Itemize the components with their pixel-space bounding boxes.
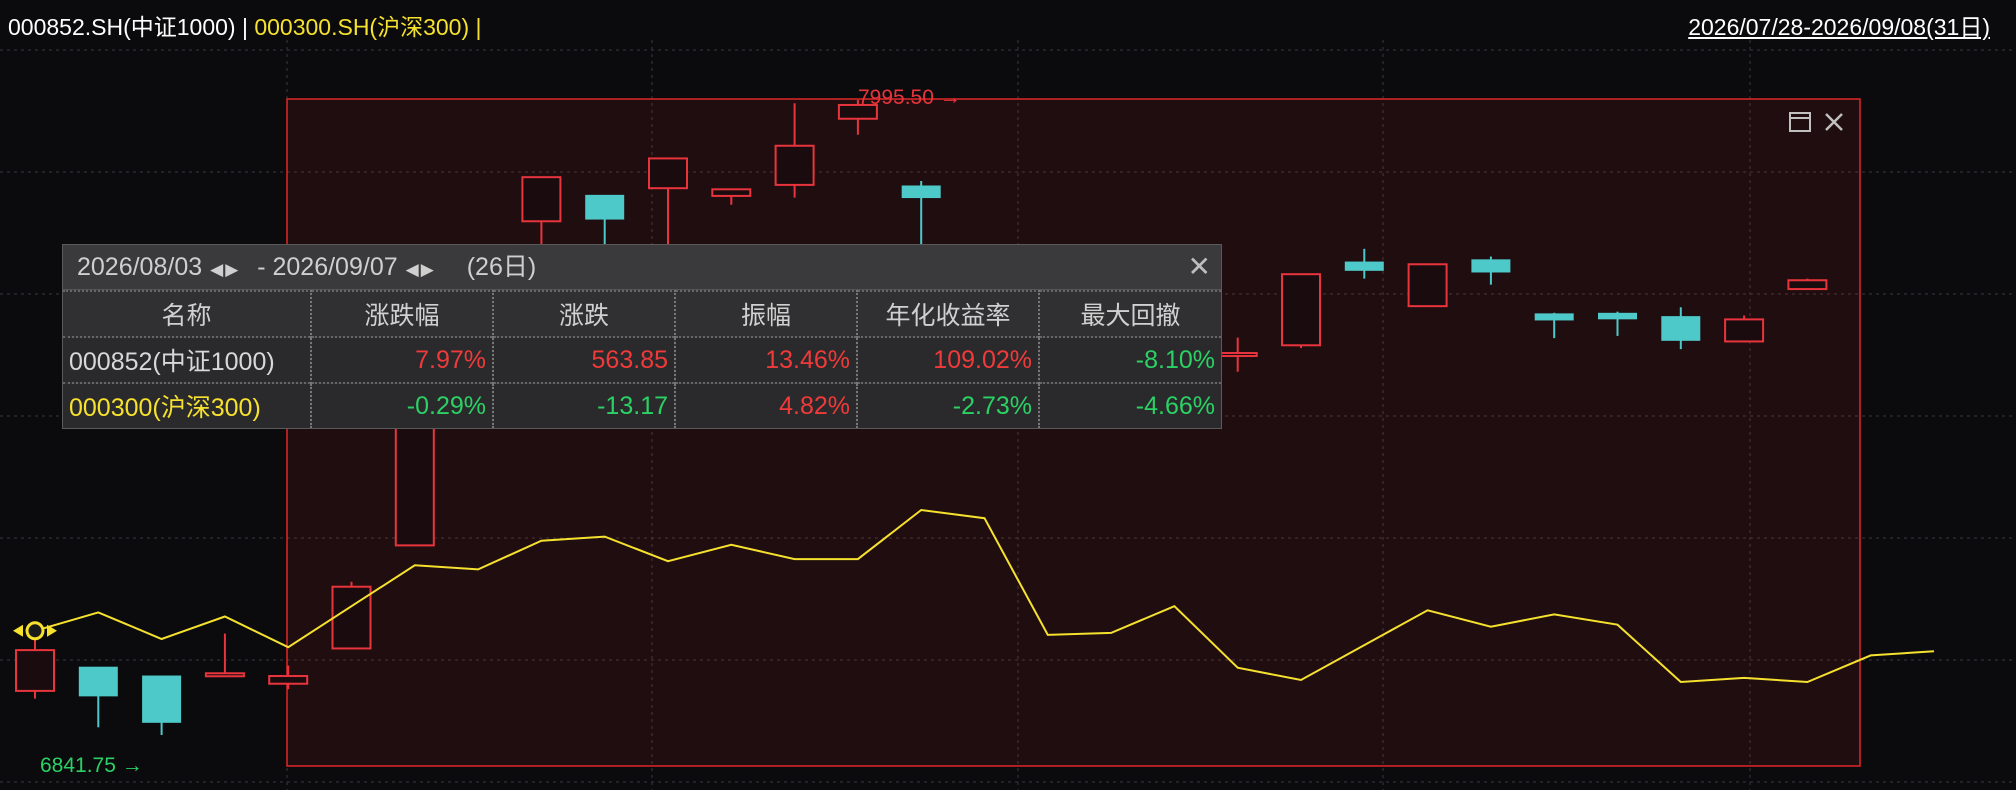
row-amp: 4.82% xyxy=(675,382,858,428)
candle-body xyxy=(774,144,815,186)
table-row[interactable]: 000852(中证1000) 7.97% 563.85 13.46% 109.0… xyxy=(63,336,1221,383)
col-chg[interactable]: 涨跌 xyxy=(493,290,676,337)
row-name: 000300(沪深300) xyxy=(63,382,312,428)
row-ann: -2.73% xyxy=(857,382,1040,428)
row-mdd: -4.66% xyxy=(1039,382,1221,428)
candle-body xyxy=(521,176,562,223)
candle-body xyxy=(1724,318,1765,343)
window-maximize-icon[interactable] xyxy=(1788,110,1812,141)
candle-body xyxy=(585,194,625,220)
candle-body xyxy=(204,672,245,678)
stats-table: 名称 涨跌幅 涨跌 振幅 年化收益率 最大回撤 000852(中证1000) 7… xyxy=(63,290,1221,428)
col-mdd[interactable]: 最大回撤 xyxy=(1039,290,1221,337)
min-price-label: 6841.75 → xyxy=(40,754,143,777)
candle-body xyxy=(901,185,941,199)
stats-days: (26日) xyxy=(466,253,537,281)
row-chg: 563.85 xyxy=(493,336,676,383)
candle-body xyxy=(1787,279,1828,291)
start-date-stepper-icon[interactable]: ◀▶ xyxy=(210,260,240,279)
row-mdd: -8.10% xyxy=(1039,336,1221,383)
row-name: 000852(中证1000) xyxy=(63,336,312,383)
cursor-handle xyxy=(25,621,45,641)
cursor-left-arrow xyxy=(13,624,23,637)
candle-body xyxy=(1598,312,1637,320)
col-name[interactable]: 名称 xyxy=(63,290,312,337)
candle-body xyxy=(142,675,182,723)
stats-end-date: 2026/09/07 xyxy=(272,253,398,281)
stats-title-sep: - xyxy=(250,253,273,281)
close-icon[interactable] xyxy=(1822,110,1846,141)
candle-body xyxy=(15,649,55,692)
candle-body xyxy=(711,188,752,197)
row-ann: 109.02% xyxy=(857,336,1040,383)
table-row[interactable]: 000300(沪深300) -0.29% -13.17 4.82% -2.73%… xyxy=(63,382,1221,428)
row-pct: -0.29% xyxy=(311,382,494,428)
stats-panel-header: 2026/08/03 ◀▶ - 2026/09/07 ◀▶ (26日) ✕ xyxy=(63,245,1221,290)
max-price-label: 7995.50 → xyxy=(858,86,961,109)
row-amp: 13.46% xyxy=(675,336,858,383)
candle-body xyxy=(1344,261,1384,271)
stats-start-date: 2026/08/03 xyxy=(77,253,203,281)
end-date-stepper-icon[interactable]: ◀▶ xyxy=(406,260,436,279)
candle-body xyxy=(1281,273,1321,347)
row-pct: 7.97% xyxy=(311,336,494,383)
row-chg: -13.17 xyxy=(493,382,676,428)
candle-body xyxy=(1661,316,1701,341)
candle-body xyxy=(648,157,688,190)
candle-body xyxy=(1217,352,1258,358)
col-pct[interactable]: 涨跌幅 xyxy=(311,290,494,337)
stats-close-icon[interactable]: ✕ xyxy=(1188,245,1211,289)
candle-body xyxy=(1407,263,1448,308)
interval-stats-panel: 2026/08/03 ◀▶ - 2026/09/07 ◀▶ (26日) ✕ 名称 涨… xyxy=(62,244,1222,429)
candle-body xyxy=(331,585,372,650)
candle-body xyxy=(1471,259,1511,273)
col-ann[interactable]: 年化收益率 xyxy=(857,290,1040,337)
candle-body xyxy=(394,412,435,547)
candle-body xyxy=(268,675,309,685)
cursor-layer xyxy=(13,621,57,641)
candle-body xyxy=(78,666,118,697)
candle-body xyxy=(1534,313,1574,321)
col-amp[interactable]: 振幅 xyxy=(675,290,858,337)
stats-header-row: 名称 涨跌幅 涨跌 振幅 年化收益率 最大回撤 xyxy=(63,290,1221,337)
